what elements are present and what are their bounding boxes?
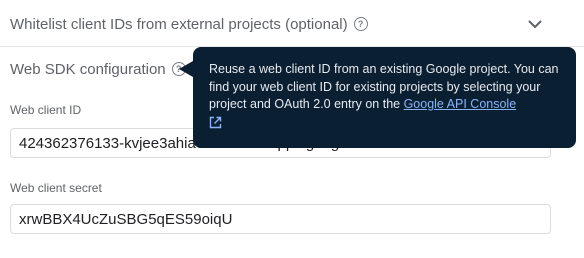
- help-tooltip: Reuse a web client ID from an existing G…: [193, 47, 576, 148]
- open-in-new-icon[interactable]: [209, 116, 222, 135]
- client-secret-field[interactable]: xrwBBX4UcZuSBG5qES59oiqU: [10, 204, 551, 234]
- client-secret-label: Web client secret: [10, 181, 102, 195]
- sdk-config-header: Web SDK configuration ?: [10, 58, 186, 80]
- tooltip-arrow: [179, 61, 193, 77]
- chevron-down-icon[interactable]: [525, 14, 545, 34]
- sdk-config-title: Web SDK configuration: [10, 60, 166, 78]
- whitelist-title: Whitelist client IDs from external proje…: [10, 15, 348, 33]
- client-id-label: Web client ID: [10, 103, 82, 117]
- google-api-console-link[interactable]: Google API Console: [404, 97, 517, 111]
- help-icon[interactable]: ?: [353, 17, 368, 31]
- whitelist-section-header[interactable]: Whitelist client IDs from external proje…: [10, 13, 368, 35]
